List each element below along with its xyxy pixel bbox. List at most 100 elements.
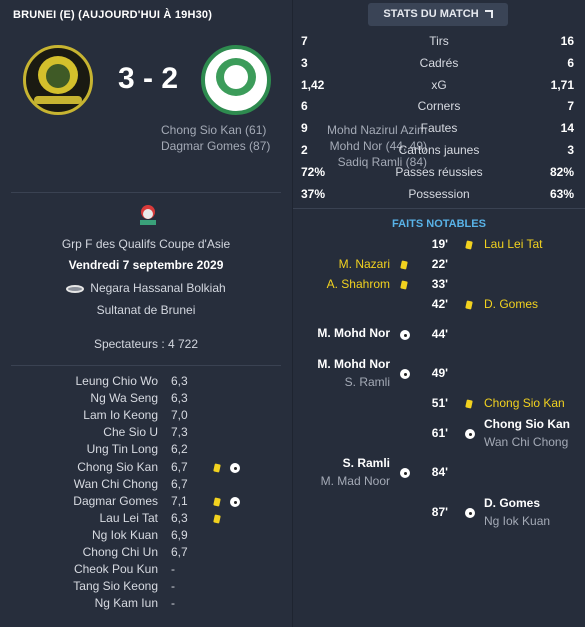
player-name[interactable]: Chong Chi Un — [83, 545, 158, 559]
notable-facts-title: FAITS NOTABLES — [392, 218, 486, 230]
stat-home-value: 72% — [301, 164, 326, 179]
event-player[interactable]: D. Gomes — [484, 496, 540, 510]
player-name[interactable]: Dagmar Gomes — [73, 494, 158, 508]
match-stats-button[interactable]: STATS DU MATCH — [368, 3, 508, 26]
player-rating-row[interactable]: Tang Sio Keong - — [0, 579, 292, 596]
player-name[interactable]: Che Sio U — [103, 425, 158, 439]
away-scorer[interactable]: Dagmar Gomes (87) — [161, 138, 270, 154]
event-player[interactable]: M. Mohd Nor — [317, 326, 390, 340]
brunei-crest-icon[interactable] — [23, 45, 93, 115]
player-name[interactable]: Leung Chio Wo — [76, 374, 159, 388]
player-rating: 7,0 — [171, 408, 188, 423]
event-assist[interactable]: M. Mad Noor — [321, 474, 390, 488]
player-rating-row[interactable]: Dagmar Gomes 7,1 — [0, 494, 292, 511]
player-rating: 6,7 — [171, 476, 188, 491]
player-rating-row[interactable]: Chong Chi Un 6,7 — [0, 545, 292, 562]
stat-away-value: 16 — [560, 34, 574, 48]
event-player[interactable]: A. Shahrom — [327, 277, 390, 291]
away-scorer[interactable]: Chong Sio Kan (61) — [161, 122, 270, 138]
event-minute: 44' — [431, 327, 448, 341]
stat-home-value: 37% — [301, 186, 326, 201]
player-name[interactable]: Wan Chi Chong — [74, 477, 158, 491]
player-rating-row[interactable]: Ng Kam Iun - — [0, 596, 292, 613]
player-rating-row[interactable]: Wan Chi Chong 6,7 — [0, 477, 292, 494]
event-player[interactable]: Lau Lei Tat — [484, 237, 543, 251]
stat-label: Passes réussies — [395, 164, 483, 179]
player-rating-row[interactable]: Leung Chio Wo 6,3 — [0, 374, 292, 391]
stat-row: Corners 6 7 — [293, 99, 585, 119]
event-player[interactable]: Chong Sio Kan — [484, 417, 570, 431]
event-player[interactable]: S. Ramli — [343, 456, 390, 470]
city-name: Sultanat de Brunei — [96, 303, 196, 317]
yellow-card-icon — [213, 514, 221, 524]
stat-home-value: 6 — [301, 99, 308, 114]
stat-row: Cadrés 3 6 — [293, 56, 585, 76]
divider — [293, 208, 585, 209]
player-rating: 6,3 — [171, 510, 188, 525]
match-date: Vendredi 7 septembre 2029 — [68, 258, 224, 272]
player-rating-row[interactable]: Ng Iok Kuan 6,9 — [0, 528, 292, 545]
stat-row: Fautes 9 14 — [293, 121, 585, 141]
player-rating-row[interactable]: Lam Io Keong 7,0 — [0, 408, 292, 425]
stat-label: Corners — [417, 99, 461, 114]
event-player[interactable]: Chong Sio Kan — [484, 396, 565, 410]
player-name[interactable]: Ung Tin Long — [87, 442, 158, 456]
goal-ball-icon — [465, 429, 475, 439]
player-rating-row[interactable]: Ung Tin Long 6,2 — [0, 442, 292, 459]
event-player[interactable]: M. Nazari — [339, 257, 390, 271]
stat-row: Cartons jaunes 2 3 — [293, 143, 585, 163]
player-name[interactable]: Lam Io Keong — [83, 408, 158, 422]
stat-home-value: 2 — [301, 143, 308, 157]
player-name[interactable]: Ng Iok Kuan — [92, 528, 158, 542]
stat-away-value: 3 — [567, 143, 574, 157]
player-name[interactable]: Tang Sio Keong — [73, 579, 158, 593]
stat-home-value: 3 — [301, 55, 308, 70]
player-name[interactable]: Ng Kam Iun — [95, 596, 158, 610]
player-rating: - — [171, 562, 175, 577]
stat-away-value: 82% — [549, 164, 574, 179]
stat-label: Tirs — [429, 34, 449, 48]
event-minute: 84' — [431, 465, 448, 479]
competition-name[interactable]: Grp F des Qualifs Coupe d'Asie — [0, 237, 292, 251]
event-assist[interactable]: S. Ramli — [345, 375, 390, 389]
player-name[interactable]: Lau Lei Tat — [100, 511, 159, 525]
event-minute: 51' — [431, 396, 448, 410]
player-name[interactable]: Chong Sio Kan — [77, 460, 158, 474]
event-minute: 49' — [431, 366, 448, 380]
stat-away-value: 14 — [560, 121, 574, 136]
event-minute: 87' — [431, 505, 448, 519]
player-rating-row[interactable]: Chong Sio Kan 6,7 — [0, 460, 292, 477]
player-rating-row[interactable]: Cheok Pou Kun - — [0, 562, 292, 579]
player-rating: 7,1 — [171, 493, 188, 508]
stat-row: Possession 37% 63% — [293, 187, 585, 207]
match-score: 3 - 2 — [117, 62, 179, 95]
player-rating: 6,9 — [171, 527, 188, 542]
stadium-row[interactable]: Negara Hassanal Bolkiah — [0, 281, 292, 295]
competition-logo-icon[interactable] — [138, 205, 158, 227]
expand-icon — [484, 10, 493, 19]
player-name[interactable]: Cheok Pou Kun — [74, 562, 158, 576]
match-stats-button-label: STATS DU MATCH — [383, 8, 479, 20]
stat-label: Cartons jaunes — [398, 143, 480, 157]
stat-row: Tirs 7 16 — [293, 34, 585, 54]
goal-ball-icon — [400, 369, 410, 379]
divider — [11, 192, 281, 193]
stadium-icon — [66, 284, 85, 293]
yellow-card-icon — [213, 497, 221, 507]
player-rating-row[interactable]: Lau Lei Tat 6,3 — [0, 511, 292, 528]
macau-crest-icon[interactable] — [201, 45, 271, 115]
event-assist[interactable]: Wan Chi Chong — [484, 435, 568, 449]
stadium-name: Negara Hassanal Bolkiah — [90, 281, 226, 295]
stat-away-value: 1,71 — [550, 77, 574, 92]
stat-home-value: 1,42 — [301, 77, 325, 92]
stat-row: xG 1,42 1,71 — [293, 78, 585, 98]
stat-label: xG — [431, 77, 447, 92]
player-name[interactable]: Ng Wa Seng — [90, 391, 158, 405]
event-player[interactable]: M. Mohd Nor — [317, 357, 390, 371]
player-rating-row[interactable]: Ng Wa Seng 6,3 — [0, 391, 292, 408]
event-player[interactable]: D. Gomes — [484, 297, 538, 311]
divider — [11, 365, 281, 366]
event-assist[interactable]: Ng Iok Kuan — [484, 514, 550, 528]
player-rating-row[interactable]: Che Sio U 7,3 — [0, 425, 292, 442]
player-rating: 7,3 — [171, 425, 188, 440]
